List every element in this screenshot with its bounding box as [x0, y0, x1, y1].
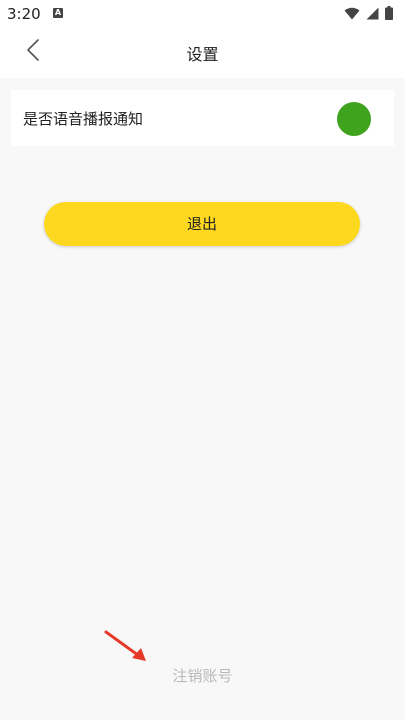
logout-button[interactable]: 退出 — [44, 202, 360, 246]
voice-notification-label: 是否语音播报通知 — [23, 110, 144, 128]
a-icon: A — [53, 8, 63, 18]
status-bar: 3:20 A — [0, 0, 405, 28]
delete-account-link[interactable]: 注销账号 — [0, 665, 405, 686]
status-icons — [344, 5, 393, 24]
annotation-arrow-icon — [104, 630, 146, 661]
wifi-icon — [344, 5, 360, 24]
page-title: 设置 — [186, 45, 219, 64]
battery-icon — [385, 5, 393, 24]
settings-screen: 3:20 A 设置 是否语音播报通知 退出 注销账号 — [0, 0, 405, 720]
voice-notification-setting: 是否语音播报通知 — [11, 90, 394, 146]
signal-icon — [366, 5, 379, 24]
voice-notification-toggle[interactable] — [337, 102, 371, 136]
app-bar: 设置 — [0, 28, 405, 78]
status-time: 3:20 — [7, 5, 41, 23]
